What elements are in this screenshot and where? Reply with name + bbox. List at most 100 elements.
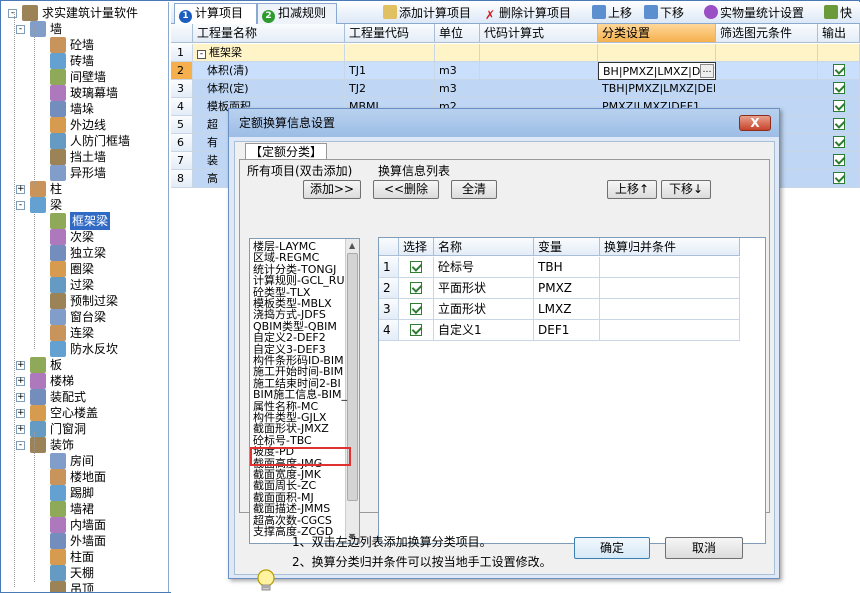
row-number[interactable]: 2 [379,278,399,299]
list-item[interactable]: 施工开始时间-BIM [253,366,343,377]
column-header[interactable]: 分类设置 [598,24,716,43]
list-item[interactable]: 属性名称-MC [253,401,318,412]
table-cell[interactable] [600,278,740,299]
grid-cell[interactable]: 体积(清) [193,62,345,80]
select-checkbox[interactable] [410,324,422,336]
collapse-icon[interactable]: - [16,201,25,210]
row-header[interactable]: 8 [171,170,193,188]
list-item[interactable]: 截面周长-ZC [253,480,316,491]
column-header[interactable]: 单位 [435,24,480,43]
grid-cell[interactable]: - 框架梁 [193,44,345,62]
grid-cell[interactable] [480,62,598,80]
list-item[interactable]: 砼类型-TLX [253,287,310,298]
column-header[interactable]: 代码计算式 [480,24,598,43]
output-cell[interactable] [818,152,860,170]
list-item[interactable]: 浇捣方式-JDFS [253,309,326,320]
move-up-button[interactable]: 上移↑ [607,180,657,199]
table-cell[interactable] [399,299,434,320]
collapse-icon[interactable]: - [16,25,25,34]
all-items-list[interactable]: ▲ ▼ 楼层-LAYMC 区域-REGMC 统计分类-TONGJ 计算规则-GCL_R… [249,238,360,544]
collapse-icon[interactable]: - [197,50,206,59]
list-item[interactable]: 计算规则-GCL_RU [253,275,345,286]
table-cell[interactable] [399,320,434,341]
grid-cell[interactable] [435,44,480,62]
output-cell[interactable] [818,170,860,188]
table-cell[interactable]: 立面形状 [434,299,534,320]
table-cell[interactable]: TBH [534,257,600,278]
column-header[interactable]: 输出 [818,24,860,43]
output-cell[interactable] [818,116,860,134]
collapse-icon[interactable]: - [16,441,25,450]
expand-icon[interactable]: + [16,425,25,434]
column-header[interactable]: 工程量代码 [345,24,435,43]
table-column-header[interactable]: 换算归并条件 [600,238,740,256]
output-cell[interactable] [818,98,860,116]
close-button[interactable]: X [739,115,771,131]
output-cell[interactable] [818,134,860,152]
table-cell[interactable]: 砼标号 [434,257,534,278]
list-item[interactable]: 区域-REGMC [253,252,319,263]
grid-cell[interactable]: m3 [435,62,480,80]
output-cell[interactable] [818,80,860,98]
grid-cell[interactable]: m3 [435,80,480,98]
move-down-button[interactable]: 下移↓ [661,180,711,199]
expand-icon[interactable]: + [16,409,25,418]
table-cell[interactable]: 自定义1 [434,320,534,341]
output-checkbox[interactable] [832,64,845,76]
grid-cell[interactable]: BH|PMXZ|LMXZ|DEF1… [598,62,716,80]
output-cell[interactable] [818,62,860,80]
list-item[interactable]: 楼层-LAYMC [253,241,316,252]
select-checkbox[interactable] [410,261,422,273]
cancel-button[interactable]: 取消 [665,537,743,559]
table-column-header[interactable]: 变量 [534,238,600,256]
scroll-up-icon[interactable]: ▲ [349,241,355,250]
grid-cell[interactable] [598,44,716,62]
table-column-header[interactable]: 选择 [399,238,434,256]
row-header[interactable]: 1 [171,44,193,62]
row-number[interactable]: 3 [379,299,399,320]
grid-cell[interactable]: 体积(定) [193,80,345,98]
grid-cell[interactable] [345,44,435,62]
remove-button[interactable]: <<删除 [373,180,439,199]
row-number[interactable]: 1 [379,257,399,278]
list-item[interactable]: 截面描述-JMMS [253,503,330,514]
table-cell[interactable]: 平面形状 [434,278,534,299]
table-column-header[interactable]: 名称 [434,238,534,256]
row-header[interactable]: 7 [171,152,193,170]
table-cell[interactable] [600,320,740,341]
expand-icon[interactable]: + [16,377,25,386]
table-cell[interactable] [600,257,740,278]
stats-settings-button[interactable]: 实物量统计设置 [704,4,804,22]
expand-icon[interactable]: + [16,185,25,194]
ok-button[interactable]: 确定 [574,537,650,559]
output-checkbox[interactable] [832,100,845,112]
grid-cell[interactable] [716,80,818,98]
select-checkbox[interactable] [410,303,422,315]
grid-cell[interactable] [480,44,598,62]
grid-cell[interactable] [716,44,818,62]
output-checkbox[interactable] [832,154,845,166]
output-checkbox[interactable] [832,172,845,184]
fast-button[interactable]: 快 [824,4,852,22]
expand-icon[interactable]: + [16,361,25,370]
tab-deduct-rules[interactable]: 2 扣减规则 [257,3,337,24]
add-calc-item-button[interactable]: 添加计算项目 [383,4,471,22]
table-cell[interactable] [600,299,740,320]
table-cell[interactable] [399,257,434,278]
row-header[interactable]: 4 [171,98,193,116]
row-header[interactable]: 3 [171,80,193,98]
ellipsis-button[interactable]: … [700,64,714,78]
table-cell[interactable] [399,278,434,299]
list-item[interactable]: BIM施工信息-BIM_ [253,389,347,400]
tab-calc-items[interactable]: 1 计算项目 [174,3,257,24]
component-tree[interactable]: - 求实建筑计量软件 - 墙砼墙 砖墙 间壁墙 玻璃幕墙 墙垛 外边线 人防门框墙 挡土墙 异形墙 + 柱… [2,2,169,592]
table-cell[interactable]: DEF1 [534,320,600,341]
add-button[interactable]: 添加>> [303,180,361,199]
grid-cell[interactable]: TJ2 [345,80,435,98]
delete-calc-item-button[interactable]: ✗ 删除计算项目 [483,4,571,22]
output-checkbox[interactable] [832,82,845,94]
column-header[interactable]: 筛选图元条件 [716,24,818,43]
move-up-button[interactable]: 上移 [592,4,632,22]
clear-all-button[interactable]: 全清 [451,180,497,199]
move-down-button[interactable]: 下移 [644,4,684,22]
